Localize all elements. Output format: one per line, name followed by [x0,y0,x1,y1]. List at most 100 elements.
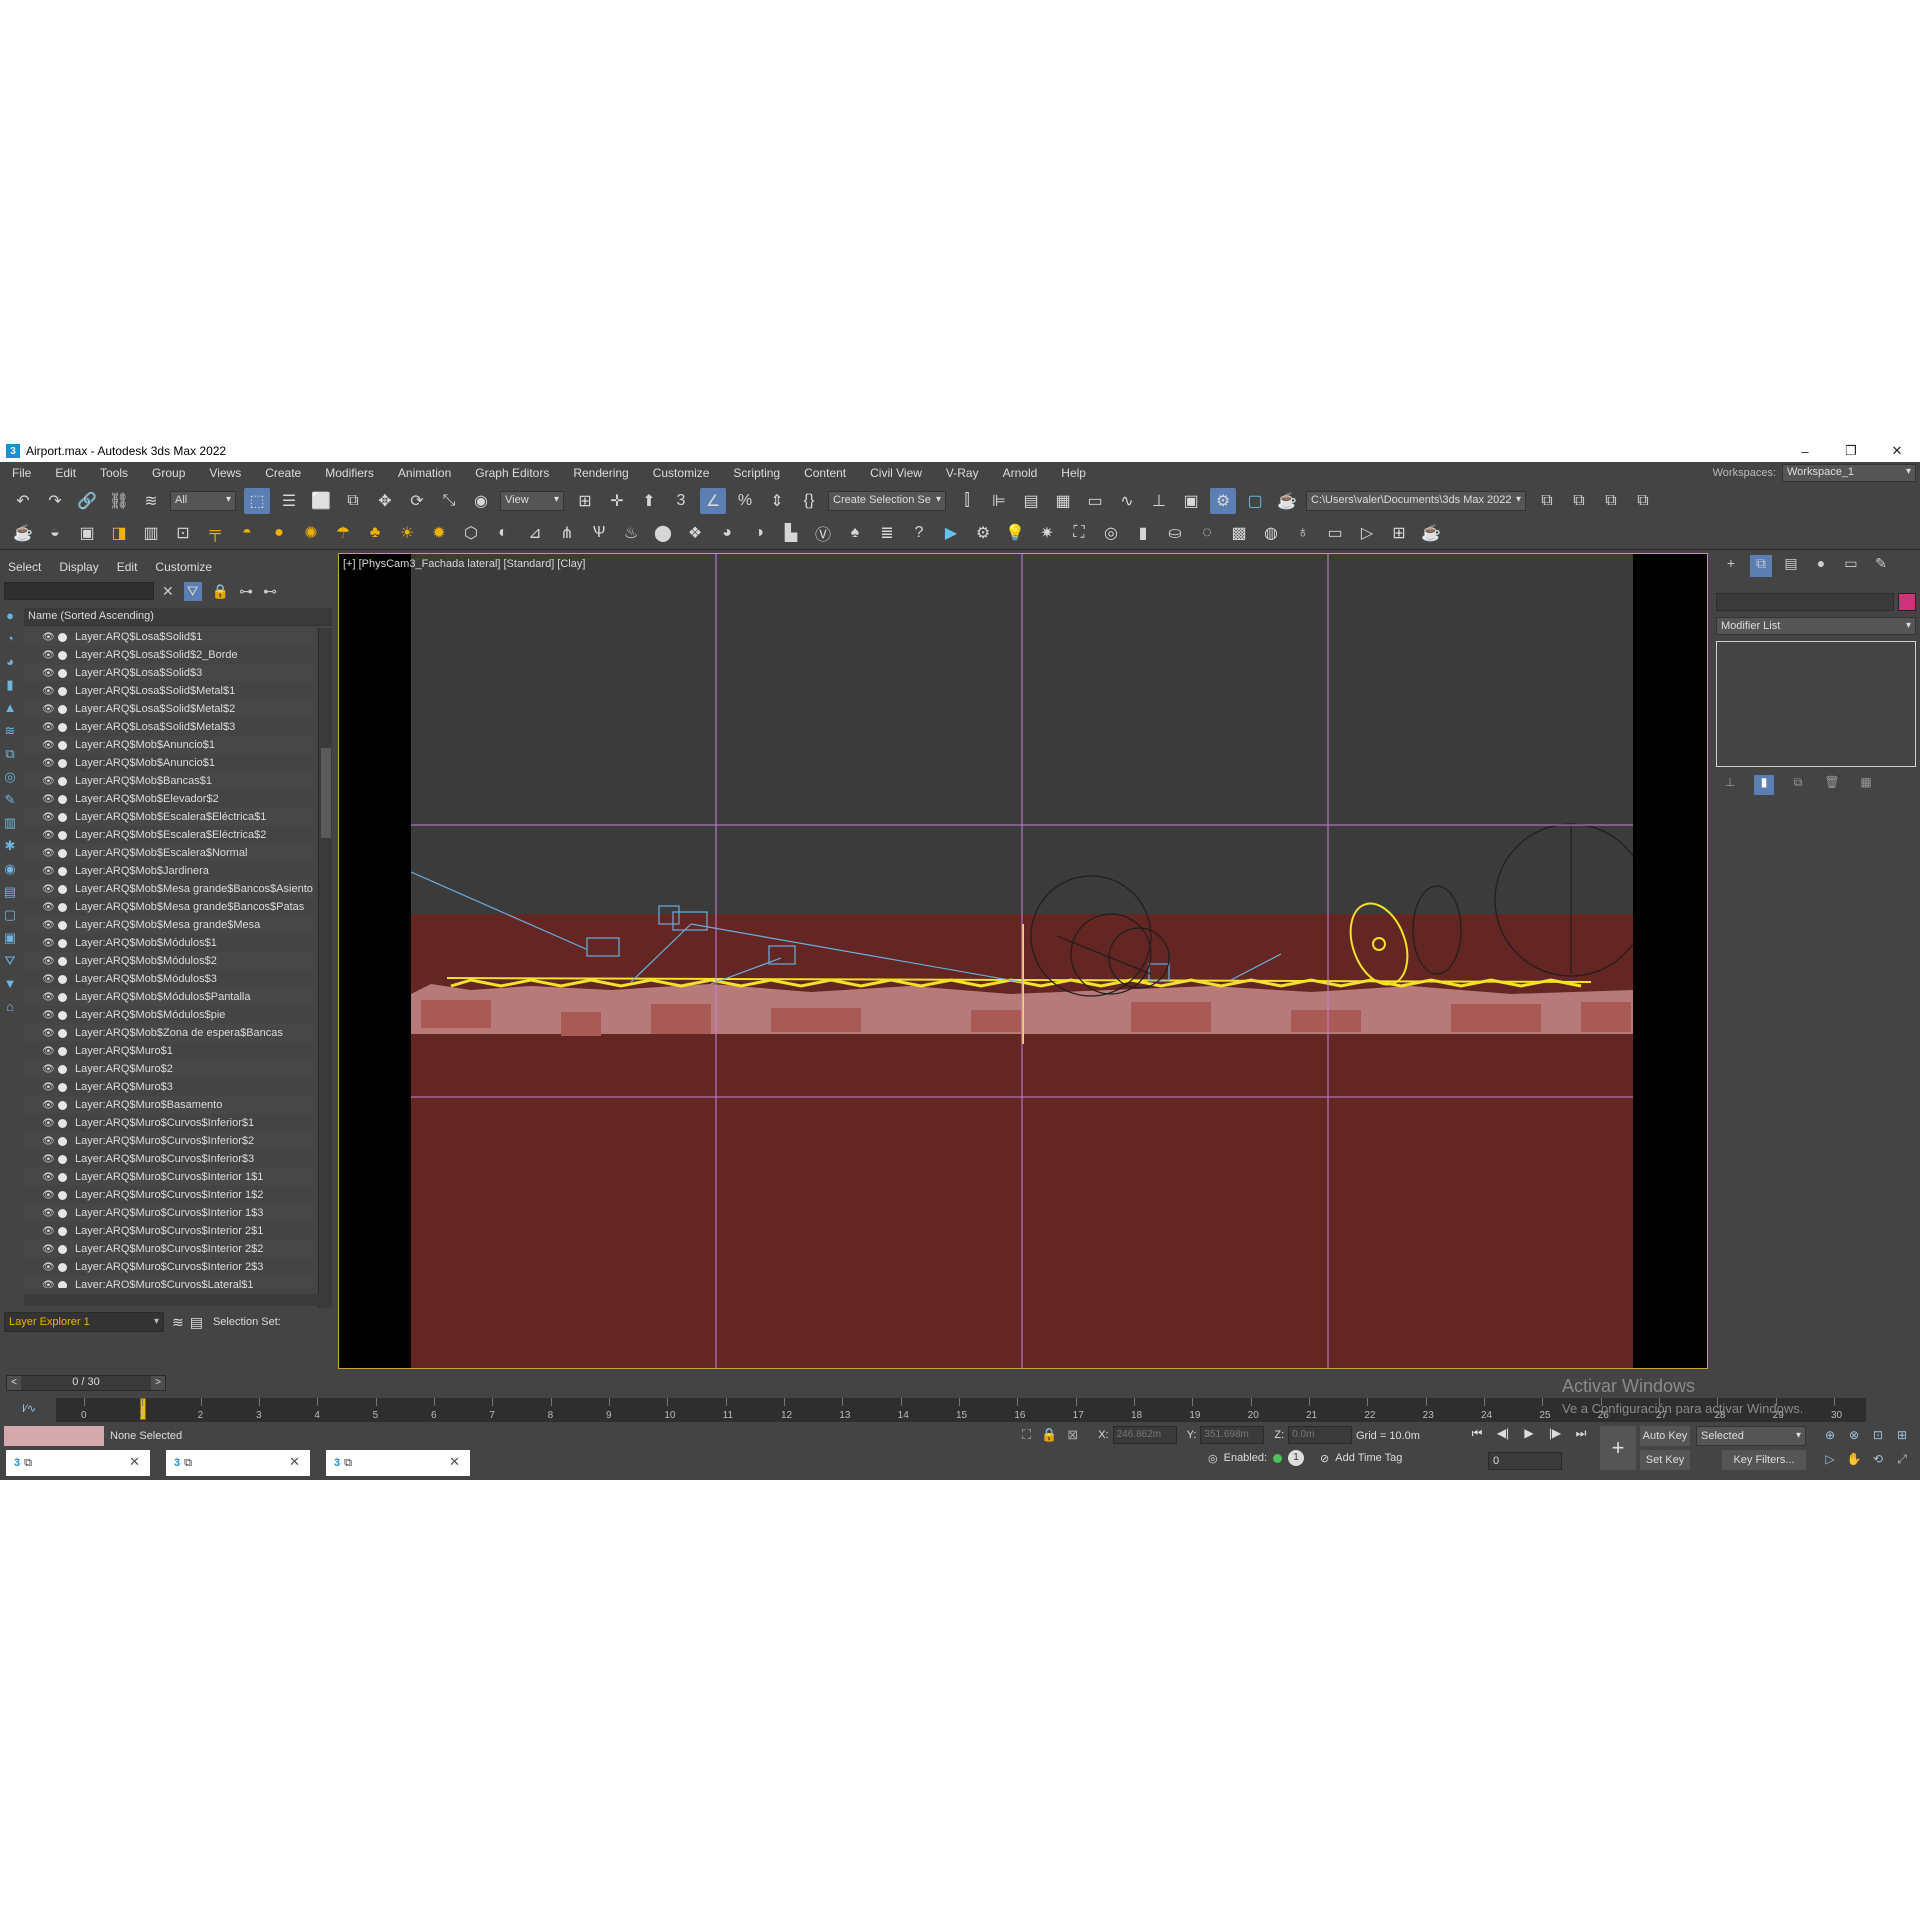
vray-material-icon[interactable]: ◕ [714,520,740,546]
menu-help[interactable]: Help [1049,466,1098,480]
arnold-mesh-light-icon[interactable]: ▮ [1130,520,1156,546]
vray-scene-icon[interactable]: ▥ [138,520,164,546]
layer-row[interactable]: 👁 Layer:ARQ$Muro$Curvos$Interior 2$1 [24,1222,314,1240]
time-tag-icon[interactable]: ⊘ [1320,1452,1329,1465]
workspace-dropdown[interactable]: Workspace_1 [1782,464,1916,482]
display-groups-icon[interactable]: ⧉ [2,746,18,764]
layer-row[interactable]: 👁 Layer:ARQ$Losa$Solid$1 [24,628,314,646]
display-containers-icon[interactable]: ▥ [2,815,18,833]
lock-icon[interactable]: 🔒 [212,583,229,600]
close-button[interactable]: ✕ [1874,440,1920,462]
orbit-icon[interactable]: ⟲ [1868,1452,1888,1472]
explorer-hscrollbar[interactable] [24,1294,320,1306]
visibility-icon[interactable]: 👁 [42,1100,55,1111]
render-toggle-icon[interactable] [58,1244,67,1254]
window-crossing-icon[interactable]: ⧉ [340,488,366,514]
arnold-bulb-icon[interactable]: ♁ [1290,520,1316,546]
layer-row[interactable]: 👁 Layer:ARQ$Mob$Anuncio$1 [24,754,314,772]
camera-viewport[interactable]: [+] [PhysCam3_Fachada lateral] [Standard… [338,553,1708,1369]
menu-scripting[interactable]: Scripting [721,466,792,480]
align-icon[interactable]: ⊫ [986,488,1012,514]
isolate-selection-icon[interactable]: ⛶ [1022,1427,1031,1443]
vray-sun-icon[interactable]: ☀ [394,520,420,546]
x-coordinate-field[interactable]: 246.862m [1112,1426,1177,1444]
render-toggle-icon[interactable] [58,938,67,948]
arnold-point-light-icon[interactable]: 💡 [1002,520,1028,546]
menu-tools[interactable]: Tools [88,466,140,480]
vray-frame-buffer-icon[interactable]: ▣ [74,520,100,546]
menu-group[interactable]: Group [140,466,197,480]
render-toggle-icon[interactable] [58,1136,67,1146]
display-invert-icon[interactable]: ▣ [2,930,18,948]
arnold-cylinder-light-icon[interactable]: ⛀ [1162,520,1188,546]
visibility-icon[interactable]: 👁 [42,1280,55,1289]
arnold-material-icon[interactable]: ◍ [1258,520,1284,546]
hierarchy-icon[interactable]: ⊶ [239,583,253,600]
vray-light-plane-icon[interactable]: ╤ [202,520,228,546]
arnold-viewer-icon[interactable]: ▷ [1354,520,1380,546]
menu-modifiers[interactable]: Modifiers [313,466,386,480]
menu-rendering[interactable]: Rendering [561,466,640,480]
scroll-thumb[interactable] [321,748,331,838]
arnold-teapot-icon[interactable]: ☕ [1418,520,1444,546]
layer-row[interactable]: 👁 Layer:ARQ$Muro$Curvos$Interior 1$2 [24,1186,314,1204]
render-toggle-icon[interactable] [58,1280,67,1288]
display-hidden-icon[interactable]: ◉ [2,861,18,879]
field-of-view-icon[interactable]: ▷ [1820,1452,1840,1472]
vray-ies-light-icon[interactable]: ✺ [298,520,324,546]
maximize-viewport-icon[interactable]: ⤢ [1892,1452,1912,1472]
render-toggle-icon[interactable] [58,740,67,750]
close-icon[interactable]: ✕ [449,1454,460,1470]
sort-icon[interactable]: ▤ [190,1314,203,1331]
arnold-volume-icon[interactable]: ▩ [1226,520,1252,546]
selection-filter-dropdown[interactable]: All [170,490,236,511]
layer-row[interactable]: 👁 Layer:ARQ$Muro$Curvos$Interior 1$3 [24,1204,314,1222]
modifier-list-dropdown[interactable]: Modifier List [1716,617,1916,635]
render-toggle-icon[interactable] [58,1118,67,1128]
mirror-icon[interactable]: ⫿ [954,488,980,514]
maxscript-listener[interactable] [4,1426,104,1446]
render-toggle-icon[interactable] [58,884,67,894]
configure-modifier-sets-icon[interactable]: ▦ [1856,775,1876,795]
vray-spot-light-icon[interactable]: ☂ [330,520,356,546]
visibility-icon[interactable]: 👁 [42,884,55,895]
render-toggle-icon[interactable] [58,902,67,912]
explorer-settings-icon[interactable]: ⌂ [2,999,18,1017]
vray-material-ball-icon[interactable]: ⬤ [650,520,676,546]
visibility-icon[interactable]: 👁 [42,1154,55,1165]
clear-search-icon[interactable]: ✕ [162,583,174,600]
filter-funnel-icon[interactable]: ⛛ [2,953,18,971]
render-toggle-icon[interactable] [58,686,67,696]
vray-dome-light-icon[interactable]: ◓ [234,520,260,546]
render-toggle-icon[interactable] [58,1154,67,1164]
render-toggle-icon[interactable] [58,1046,67,1056]
layer-row[interactable]: 👁 Layer:ARQ$Muro$Curvos$Lateral$1 [24,1276,314,1288]
layer-row[interactable]: 👁 Layer:ARQ$Mob$Escalera$Eléctrica$2 [24,826,314,844]
layer-row[interactable]: 👁 Layer:ARQ$Muro$3 [24,1078,314,1096]
render-toggle-icon[interactable] [58,1010,67,1020]
vray-material-library-icon[interactable]: ❖ [682,520,708,546]
vray-fur-icon[interactable]: ⋔ [554,520,580,546]
render-toggle-icon[interactable] [58,956,67,966]
object-name-field[interactable] [1716,593,1894,611]
layer-row[interactable]: 👁 Layer:ARQ$Muro$Curvos$Interior 2$3 [24,1258,314,1276]
arnold-grid-icon[interactable]: ⊞ [1386,520,1412,546]
time-slider-bar[interactable]: < 0 / 30 > [6,1375,166,1391]
display-helpers-icon[interactable]: ▲ [2,700,18,718]
layer-explorer-dropdown[interactable]: Layer Explorer 1 [4,1312,164,1332]
layer-row[interactable]: 👁 Layer:ARQ$Losa$Solid$Metal$1 [24,682,314,700]
play-icon[interactable]: ▶ [1518,1426,1540,1446]
teapot-icon[interactable]: ☕ [10,520,36,546]
menu-content[interactable]: Content [792,466,858,480]
visibility-icon[interactable]: 👁 [42,1028,55,1039]
select-by-name-icon[interactable]: ☰ [276,488,302,514]
layer-row[interactable]: 👁 Layer:ARQ$Losa$Solid$3 [24,664,314,682]
maximize-button[interactable]: ❐ [1828,440,1874,462]
vray-sphere-light-icon[interactable]: ● [266,520,292,546]
render-toggle-icon[interactable] [58,668,67,678]
render-toggle-icon[interactable] [58,1028,67,1038]
arnold-render-view-icon[interactable]: ▶ [938,520,964,546]
visibility-icon[interactable]: 👁 [42,722,55,733]
menu-customize[interactable]: Customize [641,466,722,480]
vray-sphere-icon[interactable]: ◐ [490,520,516,546]
